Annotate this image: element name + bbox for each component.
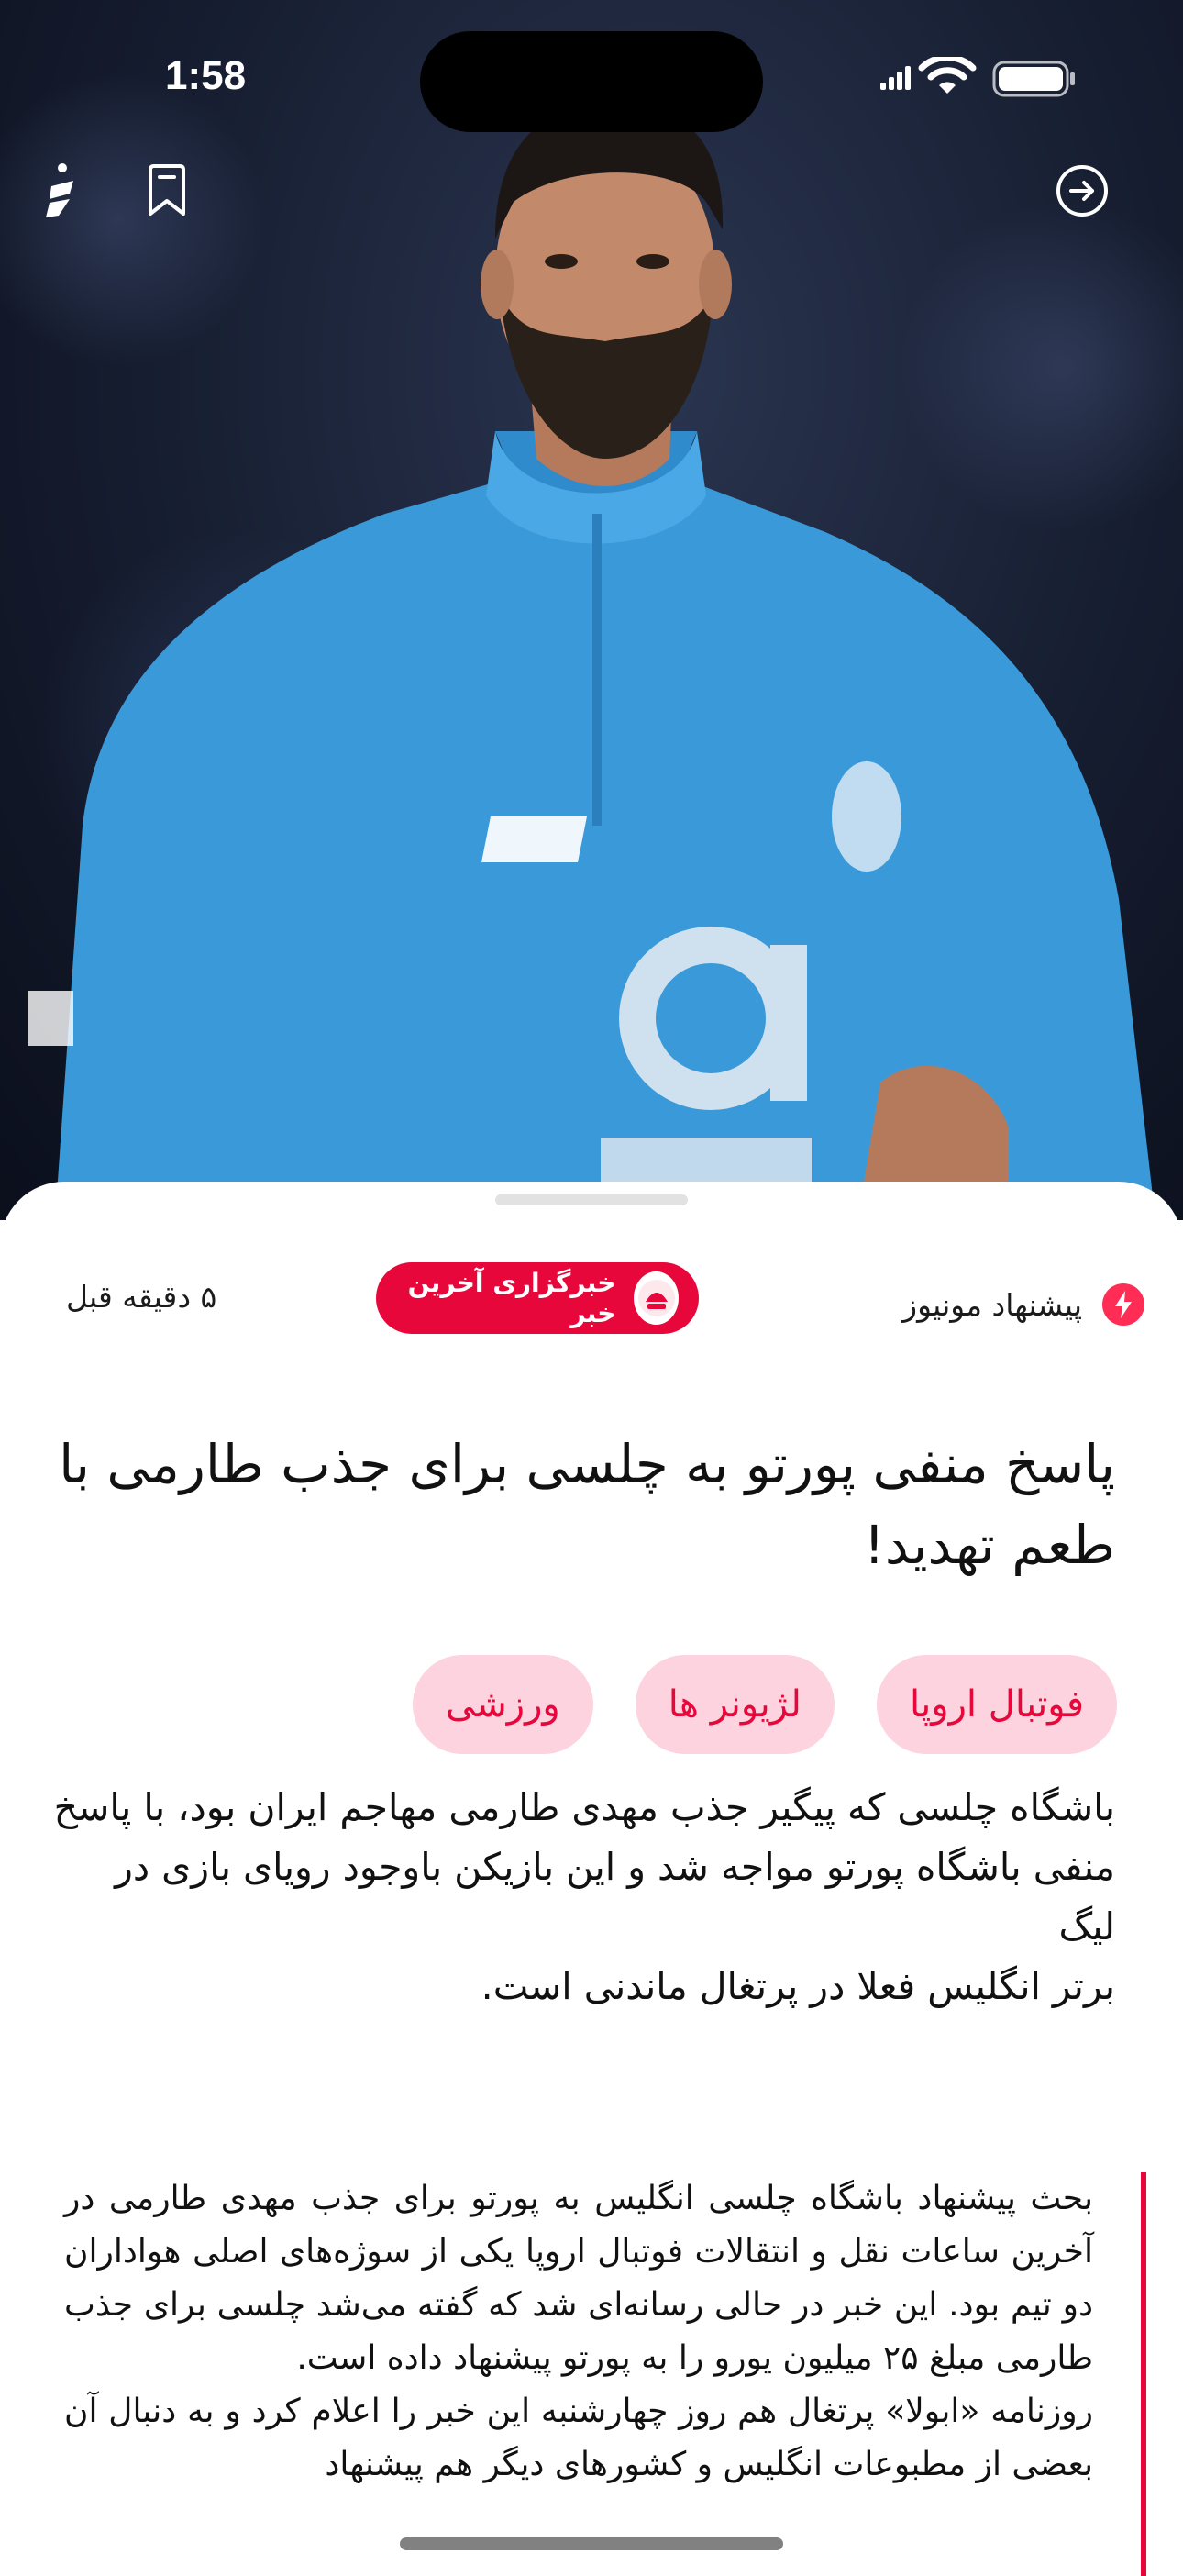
article-body: بحث پیشنهاد باشگاه چلسی انگلیس به پورتو … <box>64 2172 1146 2576</box>
article-lead: باشگاه چلسی که پیگیر جذب مهدی طارمی مهاج… <box>51 1778 1115 2016</box>
tag-legionnaires[interactable]: لژیونر ها <box>635 1655 835 1754</box>
recommendation-label: پیشنهاد مونیوز <box>902 1279 1144 1330</box>
font-size-button[interactable] <box>26 154 99 228</box>
article-hero-image: 1:58 <box>0 0 1183 1220</box>
tag-european-football[interactable]: فوتبال اروپا <box>876 1655 1117 1754</box>
bookmark-icon <box>149 164 185 216</box>
back-button[interactable] <box>1045 154 1119 228</box>
source-badge[interactable]: خبرگزاری آخرین خبر <box>376 1262 699 1334</box>
publish-time: ۵ دقیقه قبل <box>66 1279 217 1315</box>
lead-line: منفی باشگاه پورتو مواجه شد و این بازیکن … <box>115 1845 1115 1949</box>
article-sheet[interactable]: پیشنهاد مونیوز خبرگزاری آخرین خبر ۵ دقیق… <box>0 1182 1183 2576</box>
recommendation-text: پیشنهاد مونیوز <box>902 1286 1082 1323</box>
home-indicator[interactable] <box>400 2537 783 2550</box>
tag-sports[interactable]: ورزشی <box>412 1655 593 1754</box>
bookmark-button[interactable] <box>130 154 204 228</box>
source-name: خبرگزاری آخرین خبر <box>407 1268 616 1328</box>
lead-line: باشگاه چلسی که پیگیر جذب مهدی طارمی مهاج… <box>53 1785 1115 1829</box>
status-time: 1:58 <box>165 53 247 98</box>
body-paragraph: بحث پیشنهاد باشگاه چلسی انگلیس به پورتو … <box>64 2180 1093 2377</box>
lead-line: برتر انگلیس فعلا در پرتغال ماندنی است. <box>481 1964 1115 2008</box>
source-logo-icon <box>634 1271 679 1325</box>
cellular-signal-icon <box>880 66 911 90</box>
dynamic-island <box>420 31 763 132</box>
font-size-icon <box>46 163 73 217</box>
battery-icon <box>992 61 1075 97</box>
body-paragraph: روزنامه «ابولا» پرتغال هم روز چهارشنبه ا… <box>64 2393 1093 2483</box>
article-meta-row: پیشنهاد مونیوز خبرگزاری آخرین خبر ۵ دقیق… <box>0 1262 1183 1345</box>
arrow-right-circle-icon <box>1056 165 1108 217</box>
lightning-icon <box>1102 1283 1144 1326</box>
sheet-grabber[interactable] <box>495 1194 688 1205</box>
tag-list: فوتبال اروپا لژیونر ها ورزشی <box>412 1655 1117 1754</box>
article-title: پاسخ منفی پورتو به چلسی برای جذب طارمی ب… <box>59 1433 1115 1576</box>
wifi-icon <box>918 57 977 94</box>
